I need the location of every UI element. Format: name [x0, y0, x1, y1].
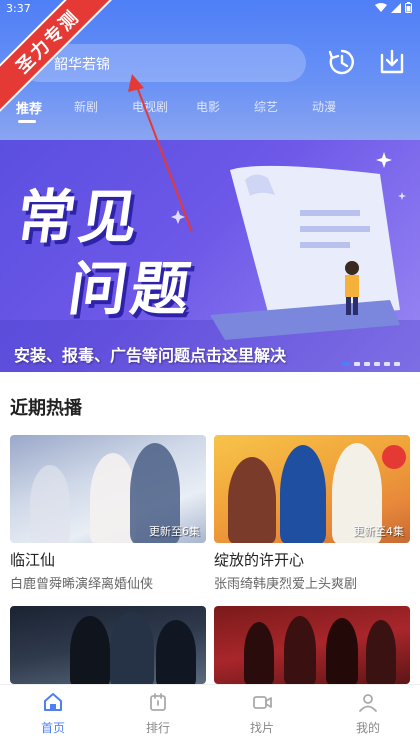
- nav-ranking[interactable]: 排行: [128, 691, 188, 736]
- bottom-navigation: 首页 排行 找片 我的: [0, 684, 420, 747]
- ranking-icon: [150, 693, 166, 711]
- tab-recommend[interactable]: 推荐: [16, 98, 42, 117]
- user-icon: [359, 694, 377, 712]
- tab-anime[interactable]: 动漫: [312, 98, 336, 115]
- episode-badge: 更新至6集: [149, 525, 200, 538]
- nav-label: 首页: [40, 721, 65, 735]
- card-title: 临江仙: [10, 551, 56, 569]
- download-icon: [380, 49, 404, 74]
- carousel-dot: [354, 362, 360, 366]
- poster-image: [10, 606, 206, 684]
- card-subtitle: 白鹿曾舜晞演绎离婚仙侠: [10, 577, 154, 592]
- wifi-icon: [375, 2, 387, 16]
- section-title: 近期热播: [10, 398, 82, 419]
- nav-find[interactable]: 找片: [232, 691, 292, 736]
- nav-label: 我的: [355, 721, 380, 735]
- nav-label: 找片: [249, 721, 274, 735]
- carousel-dot: [384, 362, 390, 366]
- search-query: 韶华若锦: [54, 57, 110, 73]
- battery-icon: [405, 2, 412, 16]
- episode-badge: 更新至4集: [353, 525, 404, 538]
- carousel-dot: [374, 362, 380, 366]
- banner-caption: 安装、报毒、广告等问题点击这里解决: [14, 346, 287, 365]
- carousel-dot: [364, 362, 370, 366]
- carousel-dot: [342, 362, 350, 366]
- card-title: 绽放的许开心: [214, 551, 305, 569]
- card-subtitle: 张雨绮韩庚烈爱上头爽剧: [214, 577, 358, 592]
- tab-variety[interactable]: 综艺: [254, 98, 278, 115]
- download-button[interactable]: [374, 44, 410, 80]
- carousel-indicator: [342, 362, 400, 366]
- poster-image: [214, 606, 410, 684]
- poster-image: 更新至6集: [10, 435, 206, 543]
- status-time: 3:37: [6, 2, 31, 15]
- drama-card[interactable]: [10, 606, 206, 684]
- video-icon: [253, 696, 272, 709]
- poster-image: 更新至4集: [214, 435, 410, 543]
- tab-movie[interactable]: 电影: [196, 98, 220, 115]
- history-button[interactable]: [324, 44, 360, 80]
- category-tabs: 推荐 新剧 电视剧 电影 综艺 动漫: [0, 98, 420, 128]
- history-icon: [328, 49, 354, 75]
- nav-home[interactable]: 首页: [23, 691, 83, 736]
- drama-card[interactable]: 更新至4集 绽放的许开心 张雨绮韩庚烈爱上头爽剧: [214, 435, 410, 592]
- signal-icon: [391, 2, 401, 16]
- nav-mine[interactable]: 我的: [338, 691, 398, 736]
- active-tab-indicator: [18, 120, 36, 123]
- drama-card[interactable]: 更新至6集 临江仙 白鹿曾舜晞演绎离婚仙侠: [10, 435, 206, 592]
- banner-title-line2: 问题: [64, 255, 199, 323]
- banner-carousel[interactable]: 常见 问题 安装、报毒、广告等问题点击这里解决: [0, 140, 420, 372]
- home-icon: [44, 693, 62, 711]
- tab-new[interactable]: 新剧: [74, 98, 98, 115]
- drama-card[interactable]: [214, 606, 410, 684]
- carousel-dot: [394, 362, 400, 366]
- tab-tv[interactable]: 电视剧: [132, 98, 168, 115]
- status-icons: [375, 2, 412, 16]
- nav-label: 排行: [145, 721, 170, 735]
